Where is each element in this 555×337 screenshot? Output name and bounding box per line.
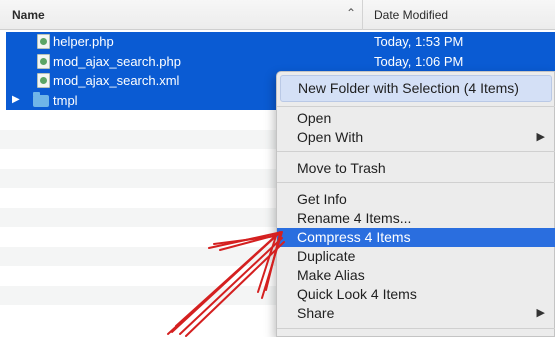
menu-item-label: New Folder with Selection (4 Items) — [298, 80, 519, 96]
file-name: mod_ajax_search.php — [53, 53, 181, 69]
list-item[interactable]: helper.php Today, 1:53 PM — [6, 32, 555, 52]
file-name: tmpl — [53, 92, 78, 108]
menu-item-label: Duplicate — [297, 248, 356, 264]
menu-item-get-info[interactable]: Get Info — [277, 190, 555, 209]
menu-item-open-with[interactable]: Open With ▶ — [277, 128, 555, 147]
menu-separator — [277, 106, 555, 107]
column-header-date-modified[interactable]: Date Modified — [374, 8, 448, 22]
menu-item-duplicate[interactable]: Duplicate — [277, 247, 555, 266]
menu-item-compress[interactable]: Compress 4 Items — [277, 228, 555, 247]
list-item[interactable]: mod_ajax_search.php Today, 1:06 PM — [6, 51, 555, 71]
menu-item-label: Open — [297, 110, 332, 126]
disclosure-triangle-icon[interactable]: ▶ — [12, 94, 20, 105]
file-name: mod_ajax_search.xml — [53, 73, 180, 88]
column-header-name[interactable]: Name ⌃ — [0, 0, 363, 30]
menu-item-share[interactable]: Share ▶ — [277, 304, 555, 323]
menu-separator — [277, 182, 555, 183]
menu-item-label: Share — [297, 305, 335, 321]
file-name: helper.php — [53, 34, 114, 49]
finder-window: Name ⌃ Date Modified helper.php Today, 1… — [0, 0, 555, 337]
folder-icon — [33, 91, 49, 107]
menu-item-label: Get Info — [297, 191, 347, 207]
menu-item-open[interactable]: Open — [277, 109, 555, 128]
xml-file-icon — [37, 73, 50, 88]
menu-item-quick-look[interactable]: Quick Look 4 Items — [277, 285, 555, 304]
menu-item-label: Make Alias — [297, 267, 365, 283]
menu-separator — [277, 151, 555, 152]
file-date: Today, 1:06 PM — [374, 53, 464, 69]
triangle-right-icon: ▶ — [536, 131, 545, 143]
menu-item-label: Move to Trash — [297, 160, 386, 176]
triangle-right-icon: ▶ — [536, 307, 545, 319]
menu-item-label: Rename 4 Items... — [297, 210, 412, 226]
php-file-icon — [37, 34, 50, 49]
menu-item-rename[interactable]: Rename 4 Items... — [277, 209, 555, 228]
menu-item-label: Quick Look 4 Items — [297, 286, 417, 302]
menu-item-move-to-trash[interactable]: Move to Trash — [277, 159, 555, 178]
column-name-label: Name — [12, 8, 45, 22]
menu-separator — [277, 328, 555, 329]
menu-item-new-folder-with-selection[interactable]: New Folder with Selection (4 Items) — [280, 75, 552, 102]
php-file-icon — [37, 53, 50, 69]
menu-item-label: Compress 4 Items — [297, 229, 411, 245]
menu-item-label: Open With — [297, 129, 364, 145]
context-menu: New Folder with Selection (4 Items) Open… — [276, 71, 555, 337]
chevron-up-icon: ⌃ — [346, 6, 357, 20]
list-header: Name ⌃ Date Modified — [0, 0, 555, 30]
file-date: Today, 1:53 PM — [374, 34, 464, 49]
menu-item-make-alias[interactable]: Make Alias — [277, 266, 555, 285]
